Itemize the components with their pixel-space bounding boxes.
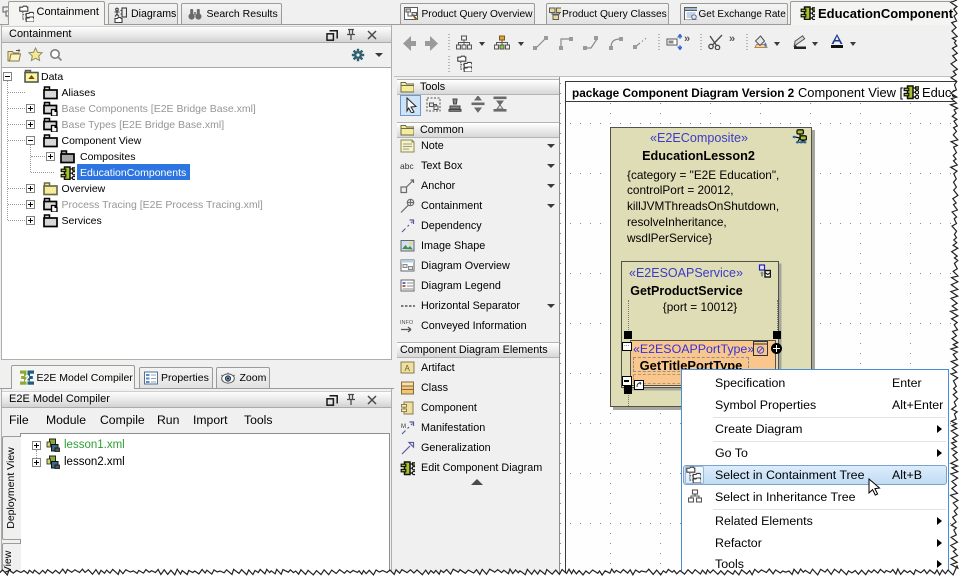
svg-text:A: A bbox=[405, 364, 411, 373]
svg-text:abc: abc bbox=[400, 161, 414, 171]
svg-text:M: M bbox=[401, 424, 406, 430]
svg-text:INFO: INFO bbox=[400, 320, 414, 326]
svg-text:2: 2 bbox=[25, 374, 30, 384]
